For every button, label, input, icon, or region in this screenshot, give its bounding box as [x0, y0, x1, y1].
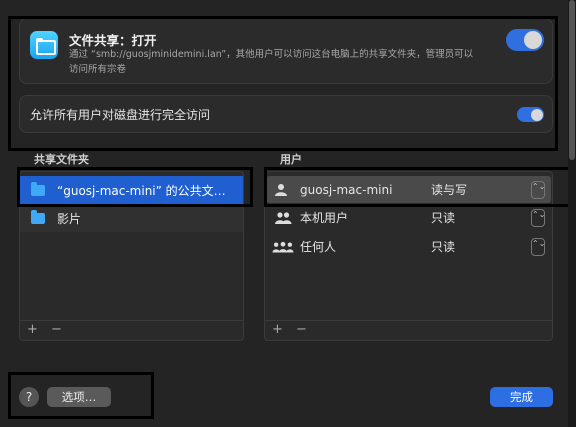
- user-name: 本机用户: [300, 211, 349, 225]
- shared-folders-toolbar: + −: [20, 320, 243, 340]
- user-name: 任何人: [300, 240, 337, 254]
- user-row[interactable]: 本机用户 只读 ⌃⌄: [266, 204, 551, 231]
- done-button[interactable]: 完成: [490, 387, 553, 407]
- shared-folder-item[interactable]: 影片: [20, 204, 243, 232]
- scrollbar-thumb[interactable]: [569, 0, 575, 160]
- shared-folders-header: 共享文件夹: [34, 153, 89, 166]
- user-permission[interactable]: 只读: [431, 209, 455, 226]
- file-sharing-sheet: 文件共享：打开 通过 “smb://guosjminidemini.lan”，其…: [0, 0, 576, 427]
- permission-stepper[interactable]: ⌃⌄: [531, 208, 545, 227]
- add-user-button[interactable]: +: [272, 322, 283, 337]
- user-permission[interactable]: 只读: [431, 238, 455, 255]
- annotation-frame: [8, 16, 558, 151]
- permission-stepper[interactable]: ⌃⌄: [531, 237, 545, 256]
- group-icon: [272, 241, 294, 252]
- add-folder-button[interactable]: +: [27, 322, 38, 337]
- annotation-frame: [8, 372, 154, 419]
- folder-icon: [31, 209, 45, 224]
- users-header: 用户: [280, 153, 302, 166]
- people-icon: [275, 211, 292, 224]
- scrollbar[interactable]: [568, 0, 576, 427]
- user-row[interactable]: 任何人 只读 ⌃⌄: [266, 233, 551, 260]
- annotation-frame: [17, 167, 253, 207]
- shared-folder-label: 影片: [57, 211, 82, 226]
- remove-folder-button[interactable]: −: [51, 322, 62, 337]
- users-toolbar: + −: [265, 320, 552, 340]
- annotation-frame: [264, 167, 572, 207]
- remove-user-button[interactable]: −: [296, 322, 307, 337]
